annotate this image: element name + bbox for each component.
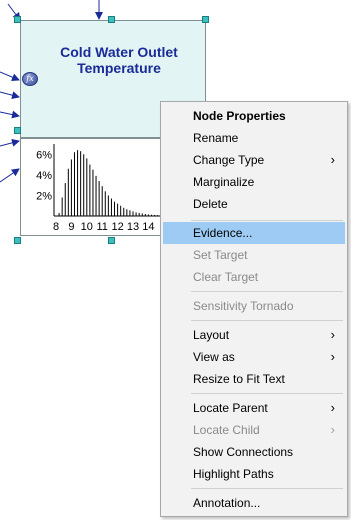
menu-item-label: Marginalize [193, 175, 255, 189]
menu-separator [191, 220, 343, 221]
menu-item-label: Show Connections [193, 445, 294, 459]
menu-item-marginalize[interactable]: Marginalize [163, 171, 345, 193]
menu-item-label: Resize to Fit Text [193, 372, 285, 386]
context-menu: Node Properties Rename Change Type › Marg… [160, 101, 348, 517]
menu-item-label: Delete [193, 197, 228, 211]
menu-separator [191, 488, 343, 489]
menu-item-label: Highlight Paths [193, 467, 274, 481]
x-tick-label: 10 [81, 221, 93, 233]
x-tick-label: 14 [142, 221, 154, 233]
menu-item-label: Clear Target [193, 270, 259, 284]
x-tick-label: 11 [96, 221, 107, 233]
menu-item-label: Layout [193, 328, 230, 342]
menu-item-label: Evidence... [193, 226, 253, 240]
menu-item-highlight-paths[interactable]: Highlight Paths [163, 463, 345, 485]
resize-handle-top-left[interactable] [14, 16, 21, 23]
menu-item-locate-parent[interactable]: Locate Parent › [163, 397, 345, 419]
menu-item-label: Change Type [193, 153, 265, 167]
resize-handle-bottom-left[interactable] [14, 237, 21, 244]
menu-separator [191, 393, 343, 394]
x-tick-label: 13 [127, 221, 139, 233]
menu-item-label: Node Properties [193, 109, 286, 123]
menu-item-label: Set Target [193, 248, 248, 262]
arc[interactable] [0, 91, 20, 100]
menu-item-label: Rename [193, 131, 239, 145]
node-title-line2: Temperature [77, 60, 161, 76]
menu-item-node-properties[interactable]: Node Properties [163, 105, 345, 127]
menu-separator [191, 291, 343, 292]
menu-item-layout[interactable]: Layout › [163, 324, 345, 346]
menu-item-label: Annotation... [193, 496, 261, 510]
node-title-line1: Cold Water Outlet [60, 44, 178, 60]
menu-item-change-type[interactable]: Change Type › [163, 149, 345, 171]
arc[interactable] [0, 110, 20, 119]
chevron-right-icon: › [330, 327, 335, 342]
chevron-right-icon: › [330, 349, 335, 364]
resize-handle-middle-left[interactable] [14, 127, 21, 134]
menu-item-clear-target[interactable]: Clear Target [163, 266, 345, 288]
y-tick-label: 4% [36, 170, 52, 182]
node-title: Cold Water Outlet Temperature [36, 44, 202, 76]
x-tick-label: 12 [111, 221, 123, 233]
x-tick-label: 9 [68, 221, 74, 233]
menu-item-label: Locate Parent [193, 401, 268, 415]
menu-item-label: Sensitivity Tornado [193, 299, 294, 313]
menu-item-label: View as [193, 350, 235, 364]
menu-separator [191, 320, 343, 321]
arc[interactable] [0, 71, 20, 81]
chevron-right-icon: › [330, 152, 335, 167]
menu-item-view-as[interactable]: View as › [163, 346, 345, 368]
menu-item-set-target[interactable]: Set Target [163, 244, 345, 266]
chevron-right-icon: › [330, 400, 335, 415]
menu-item-locate-child[interactable]: Locate Child › [163, 419, 345, 441]
menu-item-delete[interactable]: Delete [163, 193, 345, 215]
menu-item-label: Locate Child [193, 423, 260, 437]
chevron-right-icon: › [330, 422, 335, 437]
arc[interactable] [0, 168, 20, 183]
menu-item-annotation[interactable]: Annotation... [163, 492, 345, 514]
y-tick-label: 2% [36, 190, 52, 202]
menu-item-evidence[interactable]: Evidence... [163, 222, 345, 244]
y-tick-label: 6% [36, 149, 52, 161]
x-tick-label: 8 [53, 221, 59, 233]
resize-handle-top-right[interactable] [202, 16, 209, 23]
arc[interactable] [0, 138, 20, 147]
function-node-icon: fx [22, 72, 38, 86]
menu-item-show-connections[interactable]: Show Connections [163, 441, 345, 463]
menu-item-sensitivity-tornado[interactable]: Sensitivity Tornado [163, 295, 345, 317]
resize-handle-top-middle[interactable] [108, 16, 115, 23]
menu-item-resize-to-fit-text[interactable]: Resize to Fit Text [163, 368, 345, 390]
resize-handle-bottom-middle[interactable] [108, 237, 115, 244]
menu-item-rename[interactable]: Rename [163, 127, 345, 149]
